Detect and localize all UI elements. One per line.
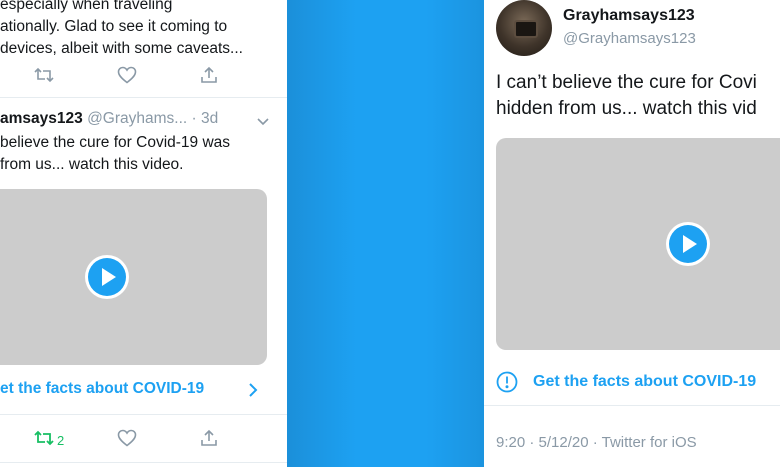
chevron-right-icon[interactable] bbox=[247, 382, 259, 403]
retweet-icon bbox=[34, 67, 54, 88]
retweet-icon bbox=[34, 430, 54, 451]
tweet-meta: 9:20 · 5/12/20 · Twitter for iOS bbox=[496, 434, 697, 451]
retweet-button[interactable] bbox=[34, 65, 54, 89]
divider bbox=[0, 462, 287, 463]
video-thumbnail[interactable] bbox=[496, 138, 780, 350]
retweet-button[interactable]: 2 bbox=[34, 428, 64, 452]
left-phone-screen: especially when traveling ationally. Gla… bbox=[0, 0, 287, 467]
camera-icon bbox=[514, 20, 538, 38]
chevron-down-icon[interactable] bbox=[256, 114, 270, 132]
user-handle-time: @Grayhams... · 3d bbox=[87, 110, 219, 127]
tweet-text-line: devices, albeit with some caveats... bbox=[0, 40, 243, 57]
tweet-timestamp-source: 9:20 · 5/12/20 · Twitter for iOS bbox=[496, 434, 697, 451]
heart-icon bbox=[117, 66, 137, 89]
play-icon[interactable] bbox=[85, 255, 129, 299]
tweet-text: I can’t believe the cure for Covi hidden… bbox=[496, 70, 757, 122]
tweet-text-line: hidden from us... watch this vid bbox=[496, 98, 757, 119]
blue-background bbox=[286, 0, 486, 467]
heart-icon bbox=[117, 429, 137, 452]
video-thumbnail[interactable] bbox=[0, 189, 267, 365]
tweet-actions: 2 bbox=[0, 428, 287, 452]
user-name[interactable]: Grayhamsays123 bbox=[563, 7, 695, 25]
tweet-text-line: from us... watch this video. bbox=[0, 156, 184, 173]
like-button[interactable] bbox=[117, 428, 137, 452]
share-button[interactable] bbox=[200, 65, 218, 89]
tweet-text: especially when traveling ationally. Gla… bbox=[0, 0, 270, 60]
divider bbox=[0, 414, 287, 415]
tweet-actions bbox=[0, 65, 287, 89]
tweet-text-line: especially when traveling bbox=[0, 0, 173, 13]
info-circle-icon bbox=[496, 371, 518, 398]
like-button[interactable] bbox=[117, 65, 137, 89]
share-icon bbox=[200, 429, 218, 452]
share-icon bbox=[200, 66, 218, 89]
user-handle: @Grayhamsays123 bbox=[563, 30, 696, 47]
play-icon[interactable] bbox=[666, 222, 710, 266]
right-phone-screen: Grayhamsays123 @Grayhamsays123 I can’t b… bbox=[484, 0, 780, 467]
tweet-text-line: I can’t believe the cure for Covi bbox=[496, 72, 757, 93]
tweet-text-line: ationally. Glad to see it coming to bbox=[0, 18, 228, 35]
divider bbox=[0, 97, 287, 98]
retweet-count: 2 bbox=[57, 432, 65, 448]
tweet-header: amsays123 @Grayhams... · 3d bbox=[0, 110, 218, 128]
covid-facts-link[interactable]: et the facts about COVID-19 bbox=[0, 380, 204, 398]
divider bbox=[484, 405, 780, 406]
tweet-text-line: believe the cure for Covid-19 was bbox=[0, 134, 231, 151]
user-name[interactable]: amsays123 bbox=[0, 110, 83, 127]
share-button[interactable] bbox=[200, 428, 218, 452]
covid-facts-link[interactable]: Get the facts about COVID-19 bbox=[533, 373, 756, 391]
avatar[interactable] bbox=[496, 0, 552, 56]
tweet-text: believe the cure for Covid-19 was from u… bbox=[0, 132, 270, 176]
